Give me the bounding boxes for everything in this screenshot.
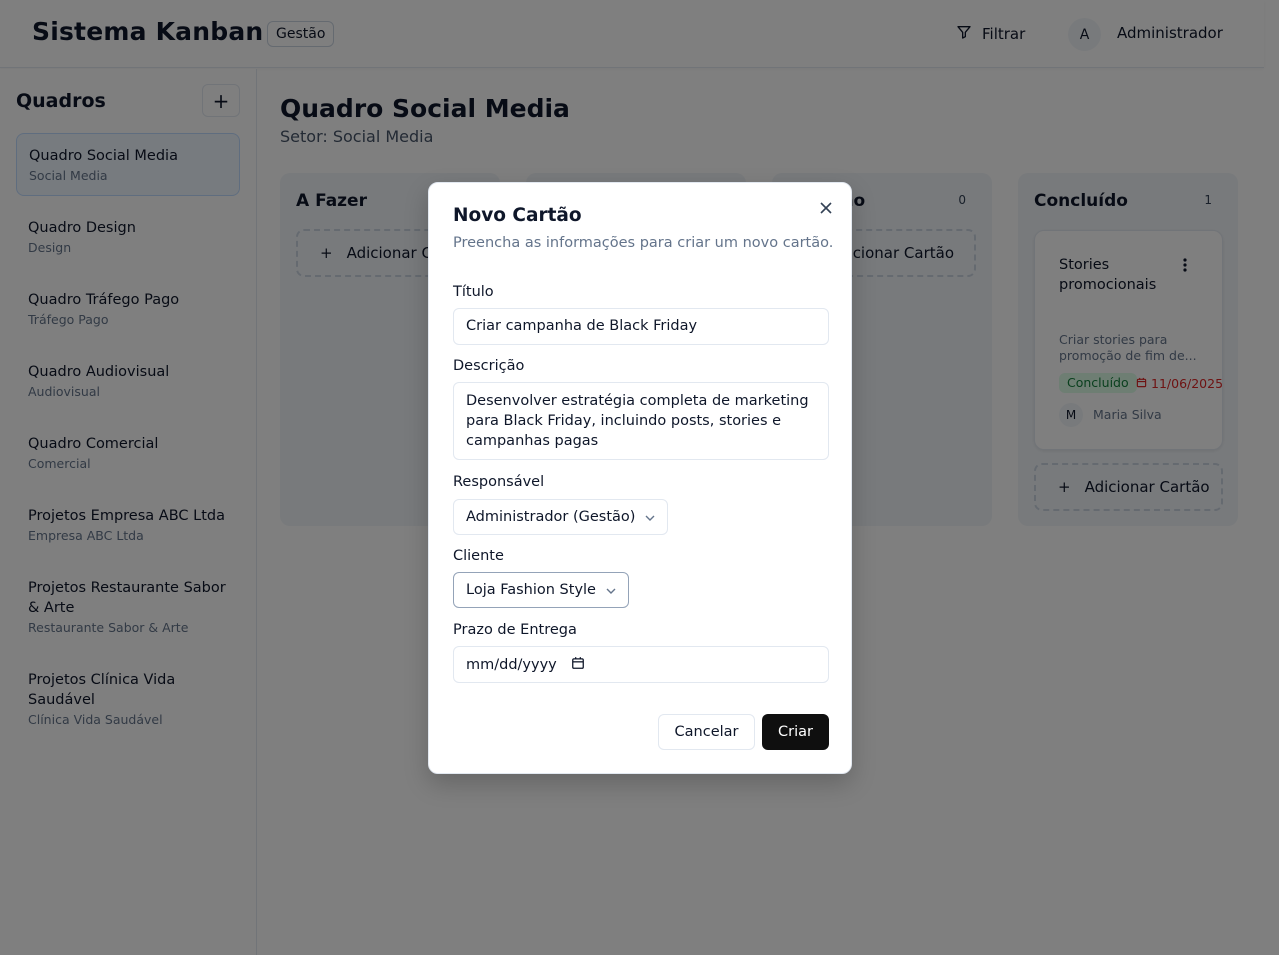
cancel-button[interactable]: Cancelar (658, 714, 755, 750)
chevron-down-icon (645, 511, 655, 524)
description-label: Descrição (453, 358, 525, 374)
create-button[interactable]: Criar (762, 714, 829, 750)
close-icon[interactable] (820, 199, 832, 218)
date-placeholder: mm/dd/yyyy (466, 656, 557, 673)
calendar-icon[interactable] (571, 656, 585, 674)
assignee-select[interactable]: Administrador (Gestão) (453, 499, 669, 535)
assignee-label: Responsável (453, 474, 545, 490)
new-card-dialog: Novo Cartão Preencha as informações para… (428, 182, 852, 774)
description-textarea[interactable]: Desenvolver estratégia completa de marke… (453, 382, 829, 460)
dialog-title: Novo Cartão (453, 205, 582, 226)
dialog-description: Preencha as informações para criar um no… (453, 235, 834, 251)
client-select-value: Loja Fashion Style (466, 582, 596, 598)
title-input[interactable]: Criar campanha de Black Friday (453, 308, 829, 345)
deadline-date-input[interactable]: mm/dd/yyyy (453, 646, 829, 683)
client-label: Cliente (453, 548, 504, 564)
chevron-down-icon (606, 584, 616, 597)
deadline-label: Prazo de Entrega (453, 622, 577, 638)
title-label: Título (453, 284, 494, 300)
assignee-select-value: Administrador (Gestão) (466, 509, 636, 525)
client-select[interactable]: Loja Fashion Style (453, 572, 629, 608)
